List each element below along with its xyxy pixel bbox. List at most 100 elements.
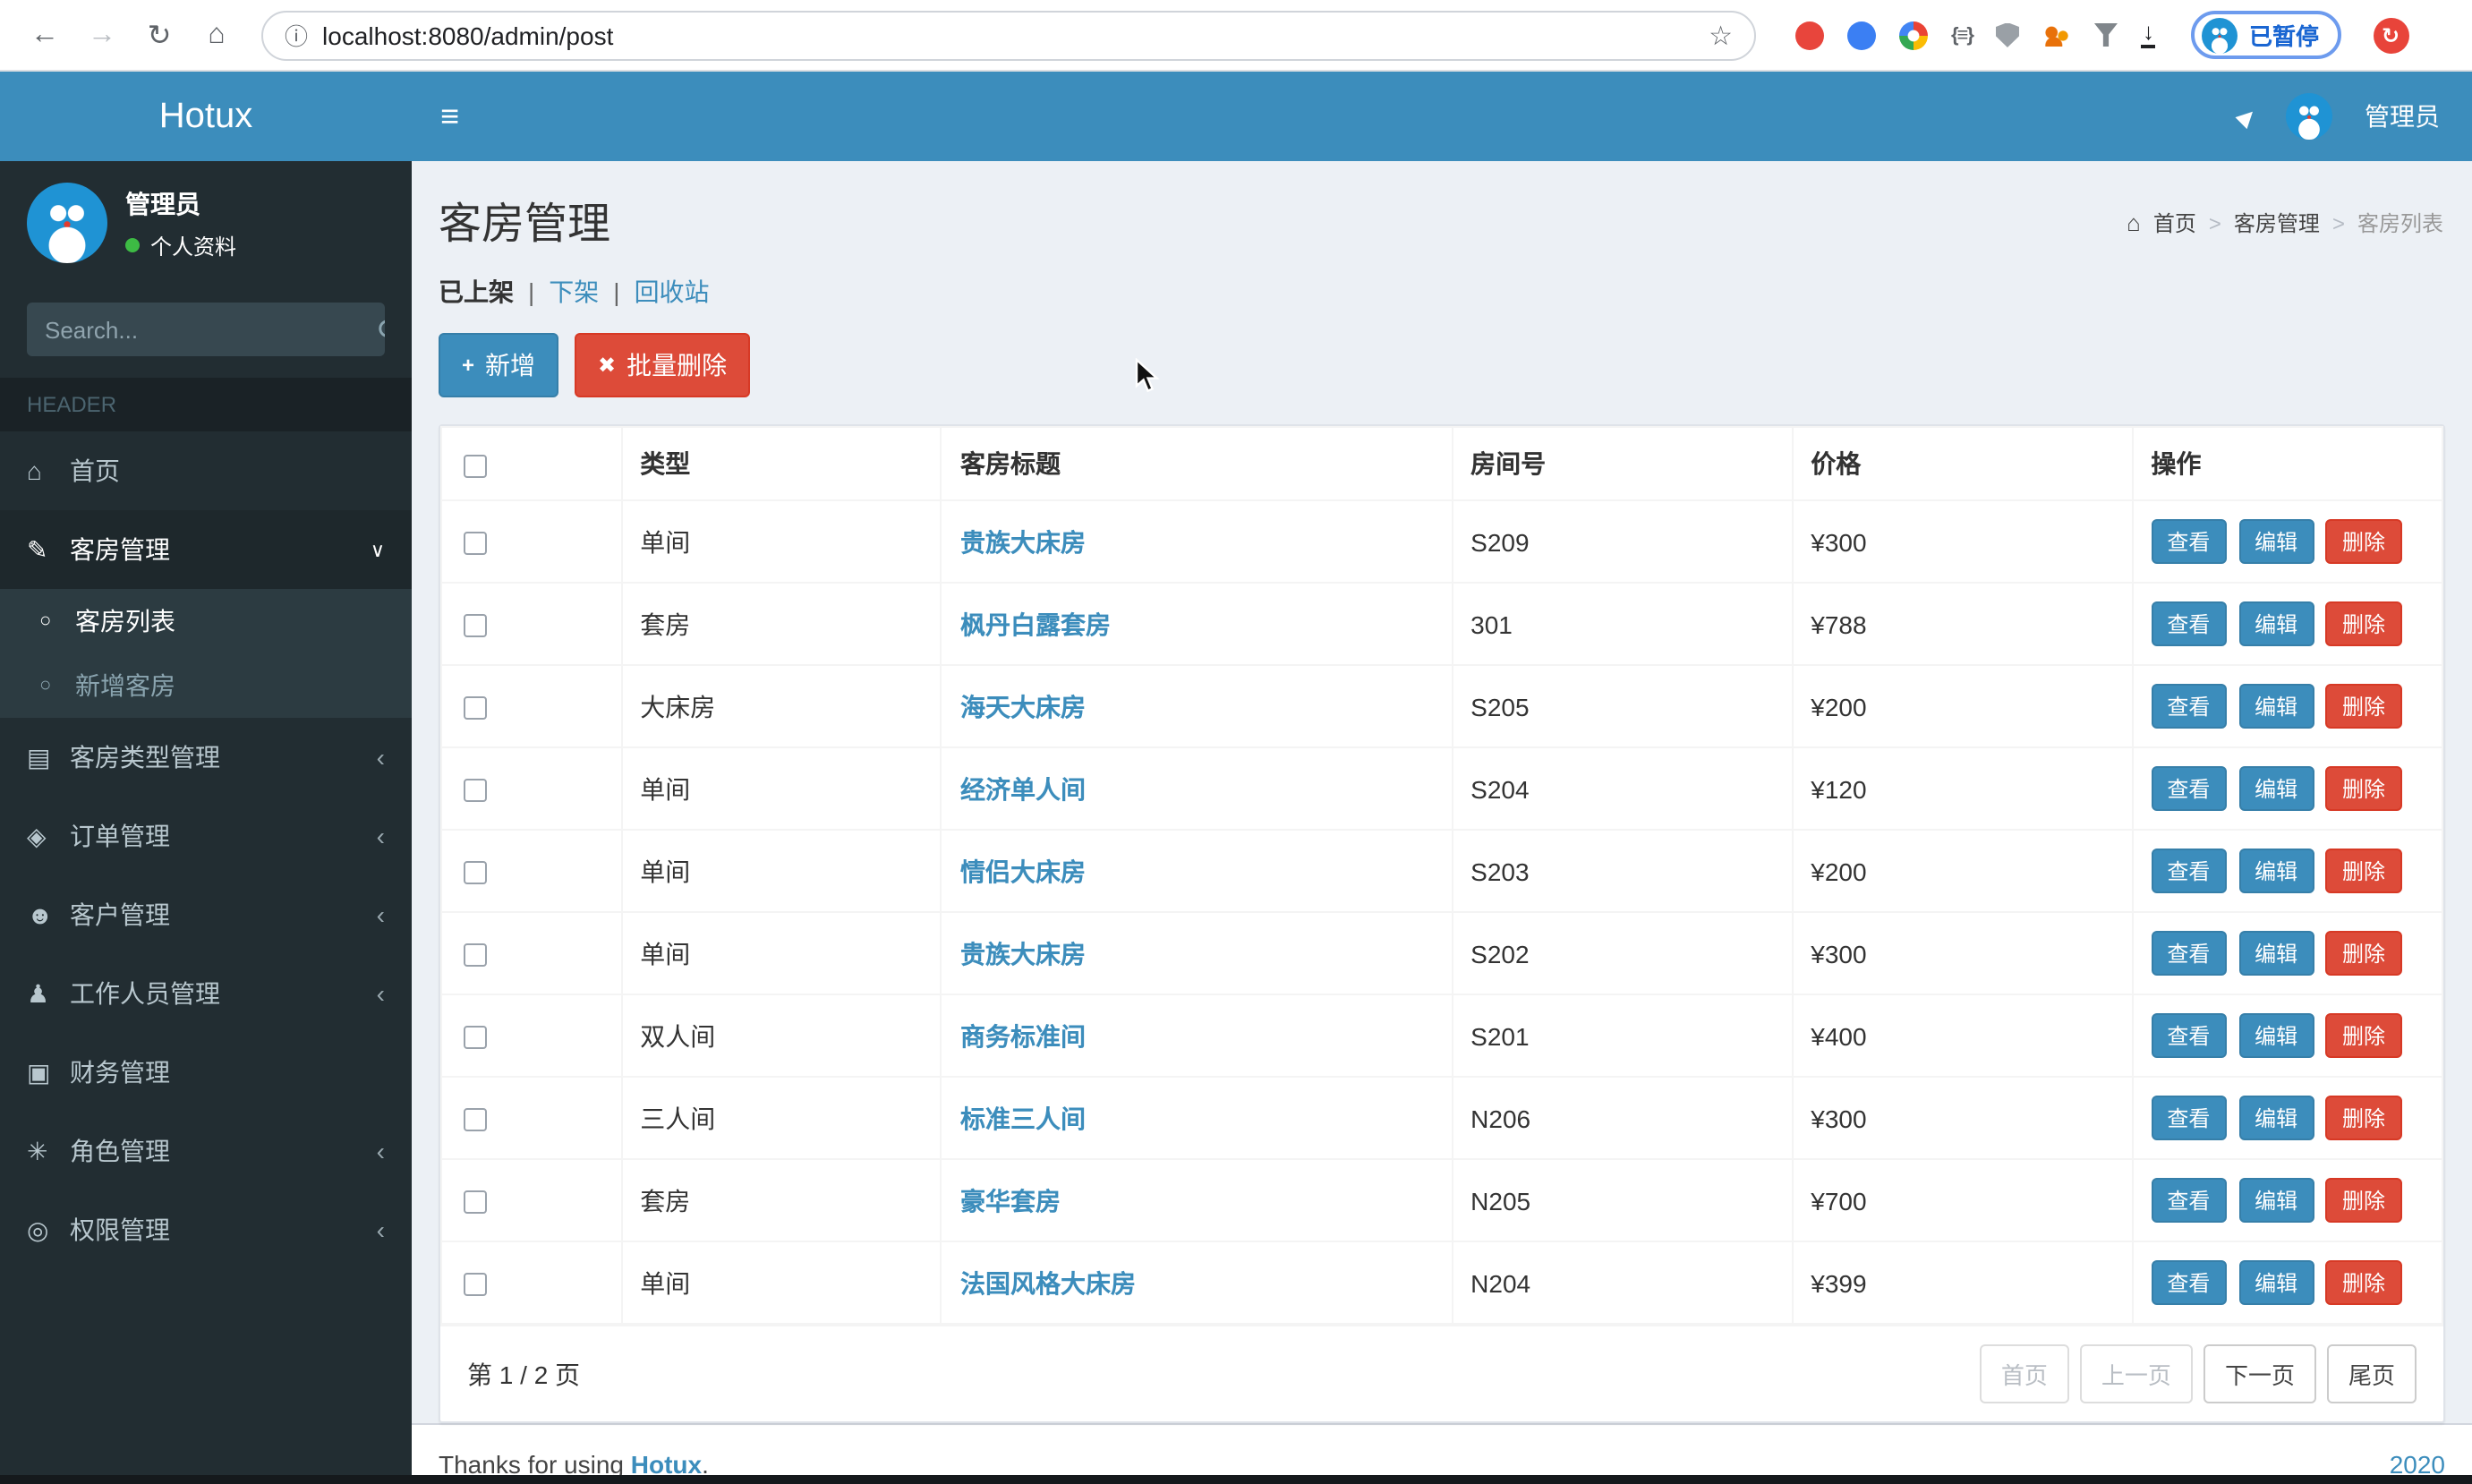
view-button[interactable]: 查看 bbox=[2151, 931, 2227, 976]
select-all-checkbox[interactable] bbox=[464, 454, 487, 478]
view-button[interactable]: 查看 bbox=[2151, 519, 2227, 564]
browser-download-icon[interactable]: ↓ bbox=[2140, 20, 2156, 48]
filter-recycle-bin[interactable]: 回收站 bbox=[635, 274, 710, 310]
view-button[interactable]: 查看 bbox=[2151, 1260, 2227, 1305]
sidebar-item-room-list[interactable]: ○ 客房列表 bbox=[0, 589, 412, 653]
room-title-link[interactable]: 枫丹白露套房 bbox=[960, 610, 1111, 638]
navbar-user-name[interactable]: 管理员 bbox=[2365, 98, 2440, 134]
room-title-link[interactable]: 标准三人间 bbox=[960, 1104, 1086, 1132]
edit-button[interactable]: 编辑 bbox=[2238, 931, 2314, 976]
extension-icon-shield[interactable] bbox=[1995, 22, 2019, 47]
location-arrow-icon[interactable]: ▶ bbox=[2230, 102, 2260, 132]
sidebar-toggle-icon[interactable]: ≡ bbox=[412, 72, 488, 161]
extension-icon-adblock[interactable] bbox=[1795, 21, 1824, 49]
browser-update-icon[interactable]: ↻ bbox=[2373, 17, 2408, 53]
view-button[interactable]: 查看 bbox=[2151, 1096, 2227, 1140]
plus-icon: + bbox=[462, 353, 475, 378]
row-checkbox[interactable] bbox=[464, 1273, 487, 1297]
address-bar[interactable]: ⓘ localhost:8080/admin/post ☆ bbox=[261, 10, 1756, 60]
navbar-user-avatar[interactable] bbox=[2286, 93, 2332, 140]
row-checkbox[interactable] bbox=[464, 1108, 487, 1132]
row-checkbox[interactable] bbox=[464, 614, 487, 638]
sidebar-item-room-add[interactable]: ○ 新增客房 bbox=[0, 653, 412, 718]
delete-button[interactable]: 删除 bbox=[2325, 1096, 2401, 1140]
profile-link[interactable]: 个人资料 bbox=[150, 230, 236, 260]
row-checkbox[interactable] bbox=[464, 779, 487, 803]
sidebar-item-finance[interactable]: ▣ 财务管理 bbox=[0, 1033, 412, 1112]
delete-button[interactable]: 删除 bbox=[2325, 766, 2401, 811]
sidebar-item-orders[interactable]: ◈ 订单管理 ‹ bbox=[0, 797, 412, 875]
browser-forward-button[interactable]: → bbox=[79, 12, 125, 58]
edit-button[interactable]: 编辑 bbox=[2238, 1096, 2314, 1140]
browser-back-button[interactable]: ← bbox=[21, 12, 68, 58]
room-title-link[interactable]: 贵族大床房 bbox=[960, 527, 1086, 556]
view-button[interactable]: 查看 bbox=[2151, 684, 2227, 729]
browser-reload-button[interactable]: ↻ bbox=[136, 12, 183, 58]
edit-button[interactable]: 编辑 bbox=[2238, 849, 2314, 893]
delete-button[interactable]: 删除 bbox=[2325, 519, 2401, 564]
row-checkbox[interactable] bbox=[464, 943, 487, 968]
sidebar-item-home[interactable]: ⌂ 首页 bbox=[0, 431, 412, 510]
delete-button[interactable]: 删除 bbox=[2325, 1260, 2401, 1305]
row-checkbox[interactable] bbox=[464, 696, 487, 721]
browser-profile-chip[interactable]: 已暂停 bbox=[2191, 11, 2340, 59]
sidebar-item-permissions[interactable]: ◎ 权限管理 ‹ bbox=[0, 1190, 412, 1269]
browser-home-button[interactable]: ⌂ bbox=[193, 12, 240, 58]
extension-icon-blue[interactable] bbox=[1847, 21, 1876, 49]
delete-button[interactable]: 删除 bbox=[2325, 849, 2401, 893]
sidebar-item-staff[interactable]: ♟ 工作人员管理 ‹ bbox=[0, 954, 412, 1033]
pagination-prev-button[interactable]: 上一页 bbox=[2079, 1344, 2193, 1403]
delete-button[interactable]: 删除 bbox=[2325, 601, 2401, 646]
view-button[interactable]: 查看 bbox=[2151, 601, 2227, 646]
delete-button[interactable]: 删除 bbox=[2325, 684, 2401, 729]
batch-delete-button[interactable]: ✖ 批量删除 bbox=[575, 333, 751, 397]
row-checkbox[interactable] bbox=[464, 1026, 487, 1050]
site-info-icon[interactable]: ⓘ bbox=[285, 18, 308, 52]
sidebar-item-customers[interactable]: ☻ 客户管理 ‹ bbox=[0, 875, 412, 954]
pagination-next-button[interactable]: 下一页 bbox=[2203, 1344, 2316, 1403]
delete-button[interactable]: 删除 bbox=[2325, 1178, 2401, 1223]
row-checkbox[interactable] bbox=[464, 1190, 487, 1215]
sidebar-item-room-type[interactable]: ▤ 客房类型管理 ‹ bbox=[0, 718, 412, 797]
search-button[interactable] bbox=[378, 303, 385, 356]
edit-button[interactable]: 编辑 bbox=[2238, 1013, 2314, 1058]
view-button[interactable]: 查看 bbox=[2151, 849, 2227, 893]
row-checkbox[interactable] bbox=[464, 861, 487, 885]
edit-button[interactable]: 编辑 bbox=[2238, 766, 2314, 811]
sidebar-item-roles[interactable]: ✳ 角色管理 ‹ bbox=[0, 1112, 412, 1190]
view-button[interactable]: 查看 bbox=[2151, 766, 2227, 811]
pagination-first-button[interactable]: 首页 bbox=[1979, 1344, 2069, 1403]
view-button[interactable]: 查看 bbox=[2151, 1178, 2227, 1223]
extension-icon-people[interactable] bbox=[2042, 24, 2071, 46]
room-title-link[interactable]: 经济单人间 bbox=[960, 774, 1086, 803]
room-title-link[interactable]: 法国风格大床房 bbox=[960, 1268, 1136, 1297]
room-title-link[interactable]: 贵族大床房 bbox=[960, 939, 1086, 968]
extension-icon-colorful[interactable] bbox=[1899, 21, 1928, 49]
filter-published[interactable]: 已上架 bbox=[439, 274, 514, 310]
sidebar-menu: ⌂ 首页 ✎ 客房管理 ∨ ○ 客房列表 ○ 新增客房 ▤ 客房类型管理 ‹ ◈… bbox=[0, 431, 412, 1269]
row-checkbox[interactable] bbox=[464, 532, 487, 556]
room-title-link[interactable]: 豪华套房 bbox=[960, 1186, 1061, 1215]
edit-button[interactable]: 编辑 bbox=[2238, 601, 2314, 646]
add-button[interactable]: + 新增 bbox=[439, 333, 559, 397]
room-title-link[interactable]: 商务标准间 bbox=[960, 1021, 1086, 1050]
edit-button[interactable]: 编辑 bbox=[2238, 1178, 2314, 1223]
delete-button[interactable]: 删除 bbox=[2325, 1013, 2401, 1058]
delete-button[interactable]: 删除 bbox=[2325, 931, 2401, 976]
extension-icon-json[interactable]: {≡} bbox=[1951, 24, 1974, 46]
breadcrumb-link-home[interactable]: 首页 bbox=[2153, 208, 2196, 238]
sidebar-item-room-management[interactable]: ✎ 客房管理 ∨ bbox=[0, 510, 412, 589]
filter-unpublished[interactable]: 下架 bbox=[549, 274, 599, 310]
room-title-link[interactable]: 海天大床房 bbox=[960, 692, 1086, 721]
edit-button[interactable]: 编辑 bbox=[2238, 1260, 2314, 1305]
room-title-link[interactable]: 情侣大床房 bbox=[960, 857, 1086, 885]
view-button[interactable]: 查看 bbox=[2151, 1013, 2227, 1058]
search-input[interactable] bbox=[27, 303, 378, 356]
extension-icon-funnel[interactable] bbox=[2093, 23, 2118, 47]
breadcrumb-link-rooms[interactable]: 客房管理 bbox=[2234, 208, 2320, 238]
brand-logo[interactable]: Hotux bbox=[0, 72, 412, 161]
bookmark-star-icon[interactable]: ☆ bbox=[1709, 19, 1733, 51]
pagination-last-button[interactable]: 尾页 bbox=[2326, 1344, 2417, 1403]
edit-button[interactable]: 编辑 bbox=[2238, 684, 2314, 729]
edit-button[interactable]: 编辑 bbox=[2238, 519, 2314, 564]
